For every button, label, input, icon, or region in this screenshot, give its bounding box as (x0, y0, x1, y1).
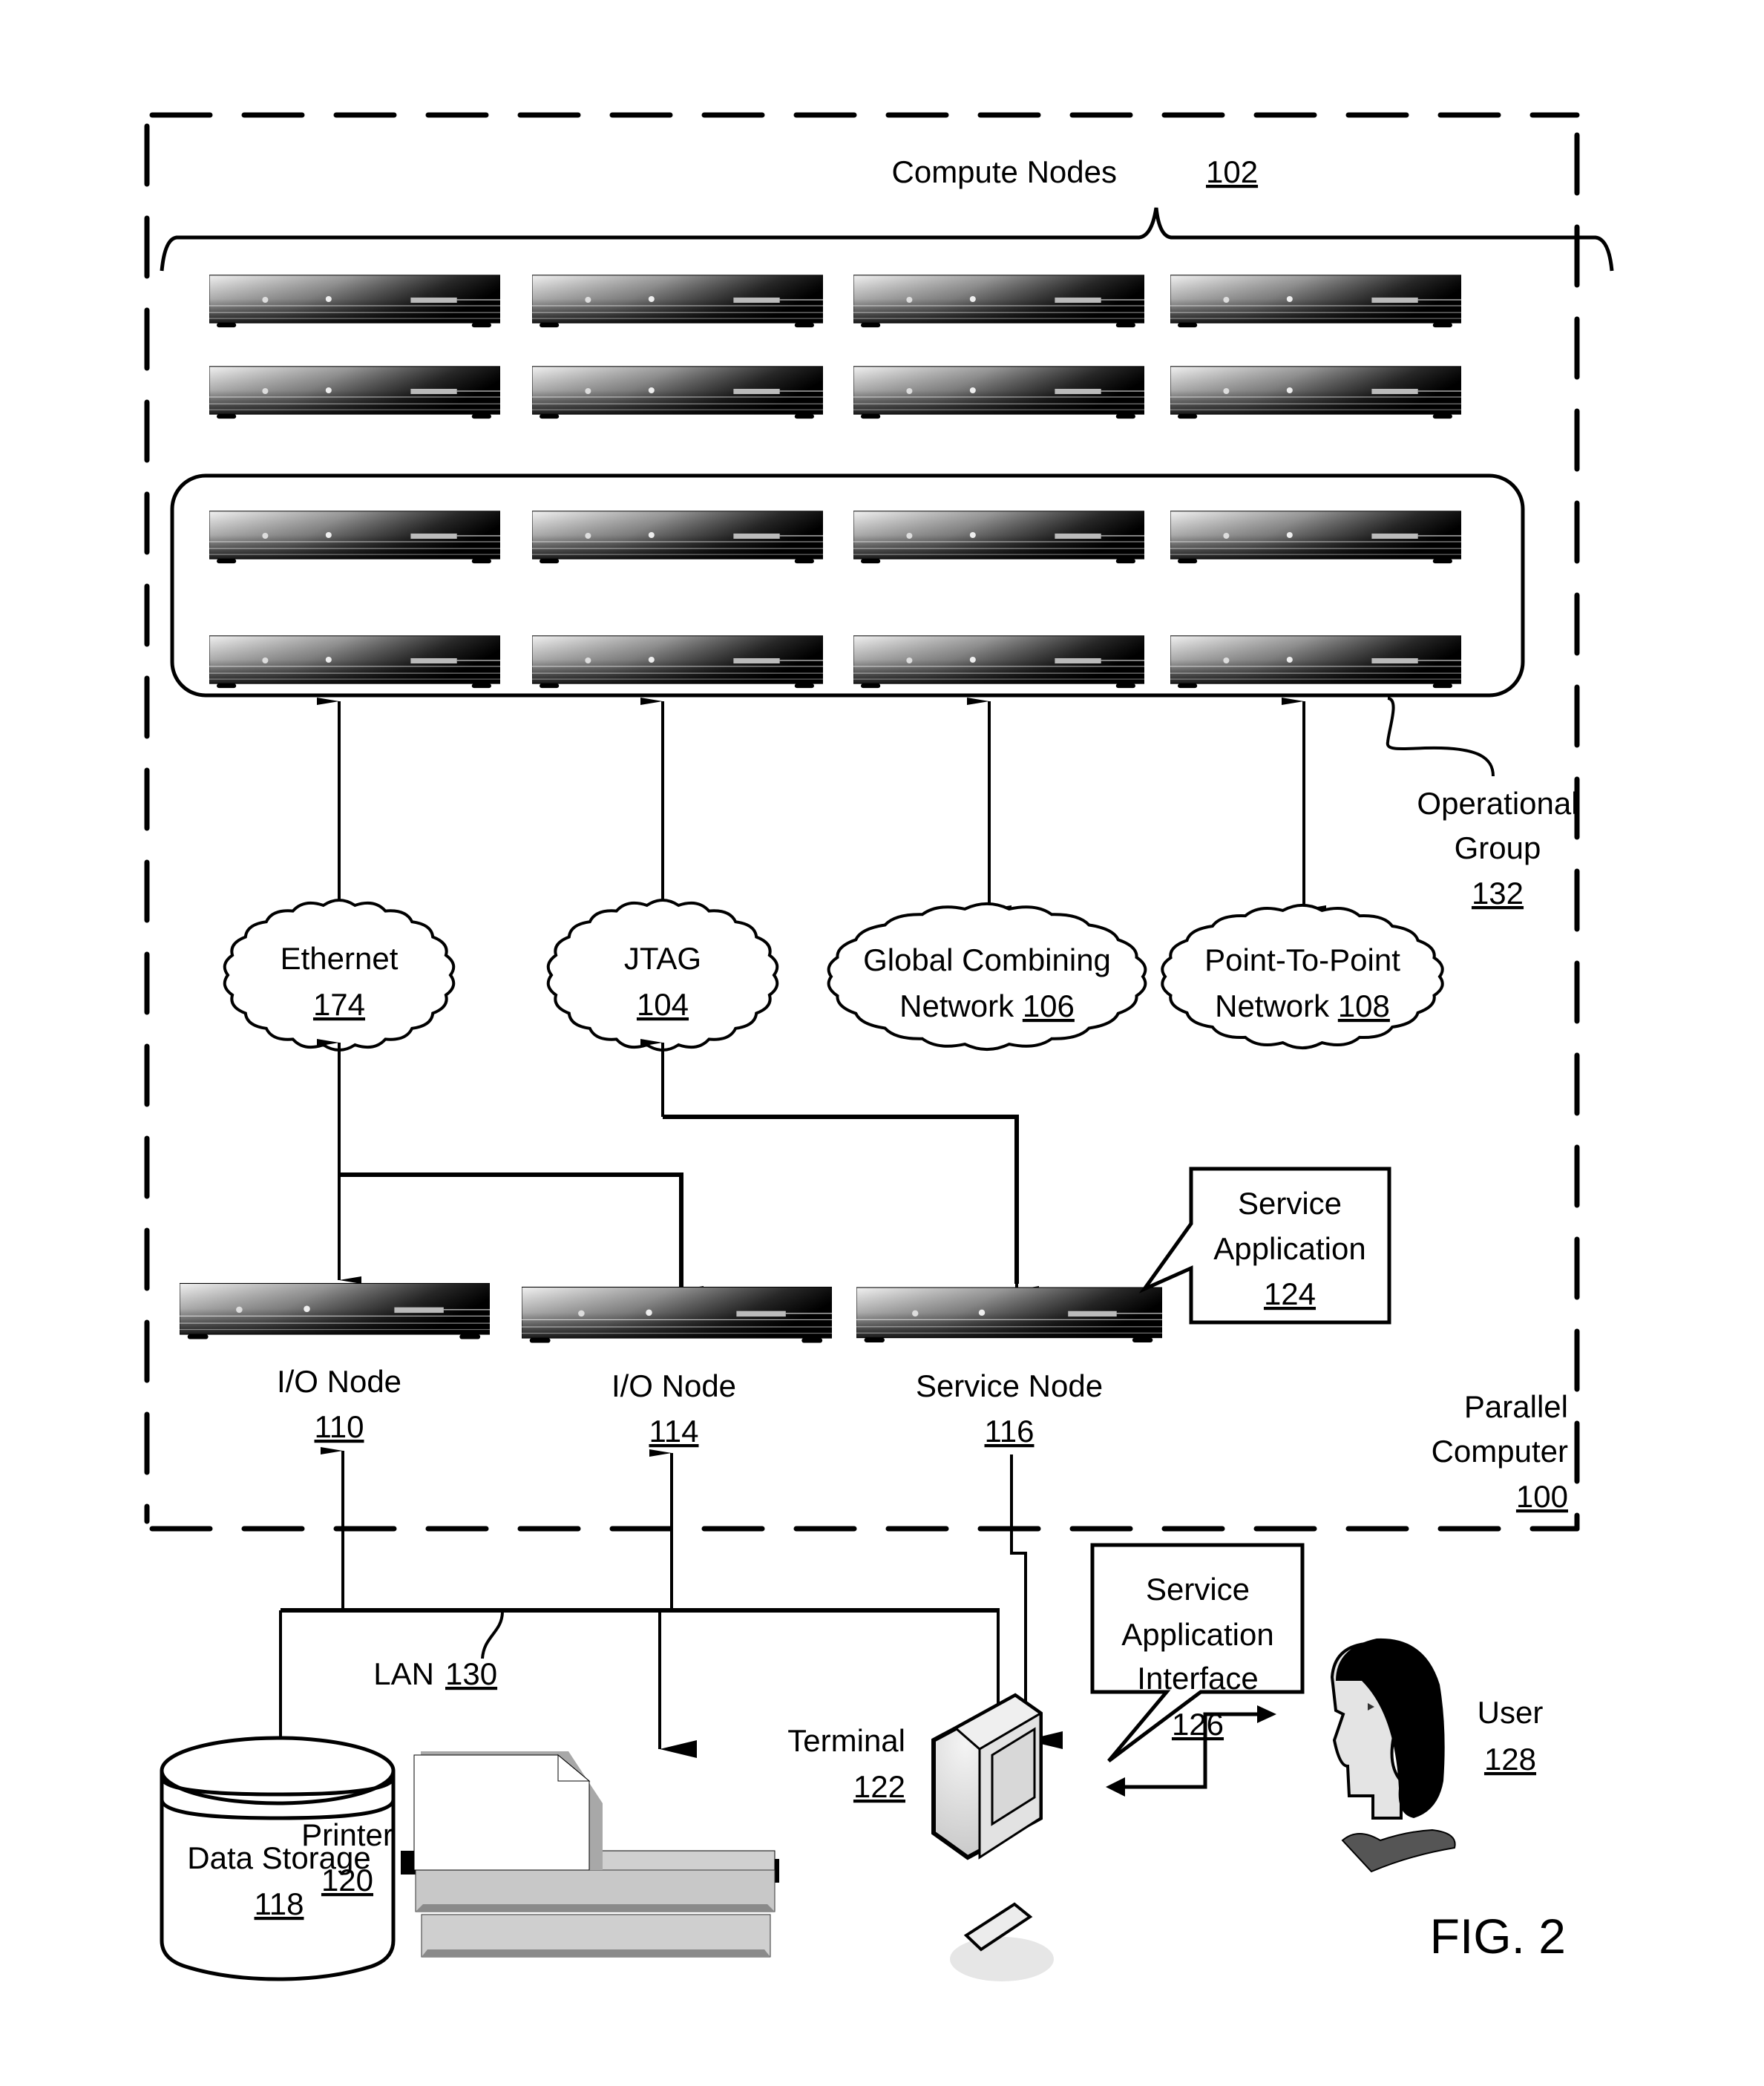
network-title: Point-To-Point (1204, 942, 1400, 977)
network-ref: Network 106 (899, 988, 1075, 1023)
io-node-1-server[interactable] (180, 1282, 490, 1340)
svg-text:User: User (1478, 1695, 1544, 1730)
network-ref: Network 108 (1215, 988, 1390, 1023)
service-application-callout[interactable]: Service Application 124 (1138, 1167, 1391, 1325)
jtag-to-service-link (640, 1039, 1039, 1293)
compute-node-server[interactable] (209, 511, 500, 564)
svg-text:122: 122 (853, 1769, 905, 1804)
io-node-2-label: I/O Node 114 (612, 1368, 736, 1449)
svg-text:100: 100 (1516, 1479, 1568, 1514)
terminal-label: Terminal 122 (787, 1723, 905, 1804)
svg-text:130: 130 (445, 1656, 497, 1691)
compute-node-server[interactable] (1170, 635, 1461, 689)
svg-text:Interface: Interface (1137, 1661, 1258, 1696)
svg-text:124: 124 (1264, 1276, 1316, 1311)
operational-group-leader (1386, 697, 1495, 777)
svg-text:132: 132 (1472, 876, 1524, 911)
compute-node-server[interactable] (209, 275, 500, 328)
svg-text:Computer: Computer (1432, 1434, 1568, 1469)
network-links (317, 698, 1326, 913)
figure-label: FIG. 2 (1430, 1909, 1566, 1964)
compute-node-server[interactable] (853, 511, 1144, 564)
network-ref: 174 (313, 987, 365, 1022)
compute-node-server[interactable] (1170, 275, 1461, 328)
svg-text:128: 128 (1484, 1742, 1536, 1777)
compute-node-server[interactable] (1170, 511, 1461, 564)
operational-group-label: Operational Group 132 (1417, 786, 1578, 911)
compute-node-server[interactable] (532, 366, 823, 419)
svg-text:Terminal: Terminal (787, 1723, 905, 1758)
network-title: Global Combining (863, 942, 1111, 977)
svg-text:114: 114 (649, 1414, 699, 1449)
compute-nodes-title: Compute Nodes (892, 154, 1118, 189)
svg-text:Operational: Operational (1417, 786, 1578, 821)
svg-text:Application: Application (1121, 1617, 1273, 1652)
svg-text:120: 120 (321, 1863, 373, 1898)
compute-nodes-ref: 102 (1206, 154, 1258, 189)
network-cloud-ethernet[interactable]: Ethernet 174 (223, 899, 456, 1052)
svg-text:Parallel: Parallel (1464, 1389, 1568, 1424)
lan-links (279, 1447, 1063, 1768)
terminal-icon[interactable] (931, 1693, 1054, 1981)
svg-text:Printer: Printer (301, 1817, 393, 1852)
svg-text:116: 116 (985, 1414, 1035, 1449)
user-icon[interactable] (1330, 1638, 1456, 1873)
parallel-computer-label: Parallel Computer 100 (1432, 1389, 1568, 1514)
compute-nodes-brace (160, 207, 1614, 272)
svg-text:110: 110 (315, 1409, 364, 1444)
svg-text:Application: Application (1213, 1231, 1365, 1266)
network-ref: 104 (637, 987, 689, 1022)
io-node-2-server[interactable] (522, 1286, 832, 1344)
svg-text:LAN: LAN (373, 1656, 434, 1691)
lan-label: LAN 130 (373, 1656, 497, 1691)
network-cloud-jtag[interactable]: JTAG 104 (546, 899, 779, 1052)
network-title: Ethernet (281, 941, 399, 976)
user-label: User 128 (1478, 1695, 1544, 1777)
svg-text:Group: Group (1455, 830, 1541, 865)
svg-text:118: 118 (255, 1886, 304, 1921)
compute-node-server[interactable] (209, 366, 500, 419)
io-node-1-label: I/O Node 110 (277, 1364, 401, 1444)
network-title: JTAG (624, 941, 701, 976)
compute-node-grid (209, 275, 1461, 689)
compute-node-server[interactable] (209, 635, 500, 689)
svg-text:Service Node: Service Node (916, 1368, 1103, 1403)
service-node-server[interactable] (856, 1287, 1162, 1343)
network-clouds: Ethernet 174 JTAG 104 Global Combining Networ… (223, 899, 1444, 1052)
service-application-interface-callout[interactable]: Service Application Interface 126 (1090, 1543, 1305, 1762)
compute-node-server[interactable] (532, 275, 823, 328)
compute-node-server[interactable] (853, 366, 1144, 419)
svg-text:Service: Service (1238, 1186, 1342, 1221)
compute-node-server[interactable] (532, 635, 823, 689)
network-cloud-point-to-point[interactable]: Point-To-Point Network 108 (1161, 903, 1444, 1050)
service-node-label: Service Node 116 (916, 1368, 1103, 1449)
parallel-computer-diagram: Compute Nodes 102 Operational Group 132 … (144, 112, 1614, 1981)
compute-node-server[interactable] (853, 275, 1144, 328)
ethernet-to-io-links (317, 1039, 704, 1293)
svg-text:Service: Service (1146, 1572, 1250, 1607)
network-cloud-global-combining[interactable]: Global Combining Network 106 (827, 902, 1147, 1052)
compute-nodes-group: Compute Nodes 102 (160, 154, 1614, 272)
data-storage-icon[interactable]: Data Storage 118 (160, 1736, 396, 1981)
compute-node-server[interactable] (853, 635, 1144, 689)
compute-node-server[interactable] (1170, 366, 1461, 419)
compute-node-server[interactable] (532, 511, 823, 564)
svg-text:126: 126 (1172, 1707, 1224, 1742)
svg-text:I/O Node: I/O Node (612, 1368, 736, 1403)
printer-icon[interactable] (401, 1751, 779, 1958)
svg-text:I/O Node: I/O Node (277, 1364, 401, 1399)
